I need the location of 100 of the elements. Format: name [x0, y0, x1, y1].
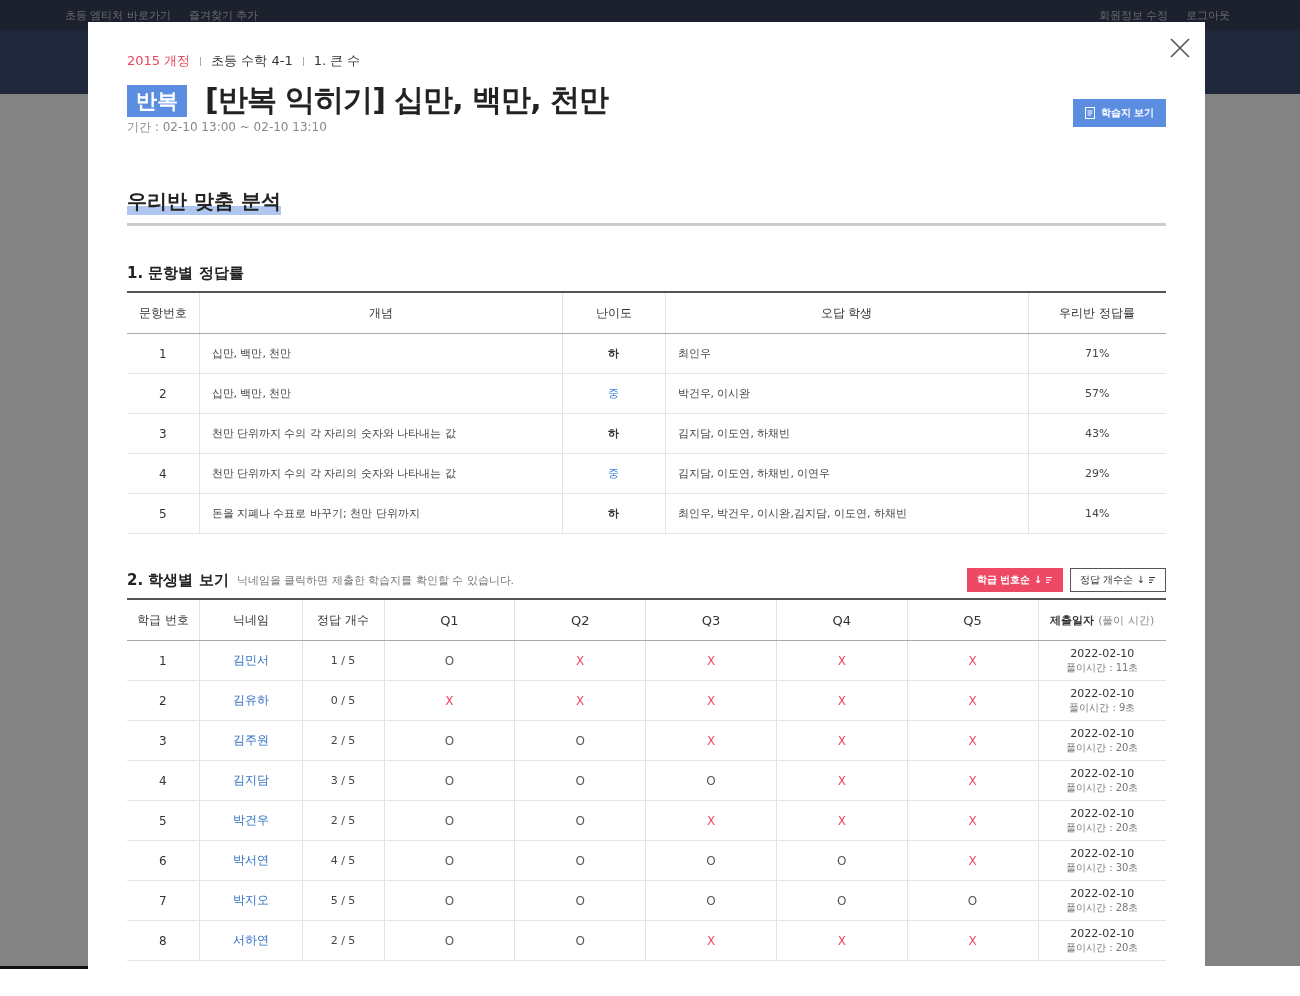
worksheet-button[interactable]: 학습지 보기 [1072, 99, 1166, 127]
table-cell: 천만 단위까지 수의 각 자리의 숫자와 나타내는 값 [199, 413, 562, 454]
table-cell: 5 [127, 800, 199, 841]
table-cell: 2 / 5 [302, 800, 384, 841]
nickname-link[interactable]: 김지담 [199, 760, 302, 801]
table-cell: 십만, 백만, 천만 [199, 373, 562, 414]
table-cell: 1 [127, 333, 199, 374]
answer-mark: O [645, 760, 777, 801]
table-cell: 1 / 5 [302, 640, 384, 681]
table-cell: 박건우, 이시완 [665, 373, 1028, 414]
table-cell: 2022-02-10 풀이시간 : 9초 [1038, 680, 1166, 721]
nickname-link[interactable]: 김민서 [199, 640, 302, 681]
table-cell: 십만, 백만, 천만 [199, 333, 562, 374]
nickname-link[interactable]: 박서연 [199, 840, 302, 881]
column-header: Q3 [645, 599, 777, 641]
table-cell: 1 [127, 640, 199, 681]
breadcrumb-item: 초등 수학 4-1 [211, 52, 293, 70]
nickname-link[interactable]: 박지오 [199, 880, 302, 921]
table-cell: 57% [1028, 373, 1166, 414]
answer-mark: X [645, 800, 777, 841]
answer-mark: X [907, 800, 1038, 841]
column-header: 우리반 정답률 [1028, 292, 1166, 334]
table-cell: 0 / 5 [302, 680, 384, 721]
top-link[interactable]: 초등 엠티처 바로가기 [65, 7, 171, 23]
table-title: 1. 문항별 정답률 [127, 264, 245, 283]
column-header: Q1 [384, 599, 515, 641]
table-cell: 4 / 5 [302, 840, 384, 881]
answer-mark: X [645, 640, 777, 681]
column-header: 학급 번호 [127, 599, 199, 641]
answer-mark: O [514, 880, 646, 921]
answer-mark: O [645, 880, 777, 921]
answer-mark: X [514, 640, 646, 681]
answer-mark: X [384, 680, 515, 721]
answer-mark: O [907, 880, 1038, 921]
answer-mark: O [384, 840, 515, 881]
top-link[interactable]: 로그아웃 [1186, 7, 1230, 23]
table-cell: 천만 단위까지 수의 각 자리의 숫자와 나타내는 값 [199, 453, 562, 494]
table-cell: 2022-02-10 풀이시간 : 20초 [1038, 920, 1166, 961]
table-cell: 최인우 [665, 333, 1028, 374]
table-cell: 2022-02-10 풀이시간 : 20초 [1038, 760, 1166, 801]
nickname-link[interactable]: 김주원 [199, 720, 302, 761]
answer-mark: X [776, 720, 908, 761]
column-header: Q4 [776, 599, 908, 641]
breadcrumb-item: 2015 개정 [127, 52, 191, 70]
worksheet-title: [반복 익히기] 십만, 백만, 천만 [205, 81, 608, 119]
nickname-link[interactable]: 김유하 [199, 680, 302, 721]
hint-text: 닉네임을 클릭하면 제출한 학습지를 확인할 수 있습니다. [236, 572, 515, 588]
answer-mark: X [907, 640, 1038, 681]
answer-mark: X [645, 920, 777, 961]
column-header: 문항번호 [127, 292, 199, 334]
table-cell: 3 / 5 [302, 760, 384, 801]
answer-mark: X [776, 640, 908, 681]
answer-mark: O [384, 640, 515, 681]
answer-mark: X [645, 720, 777, 761]
answer-mark: X [907, 840, 1038, 881]
table-cell: 2022-02-10 풀이시간 : 30초 [1038, 840, 1166, 881]
sort-icon [1045, 576, 1054, 584]
answer-mark: X [776, 800, 908, 841]
answer-mark: O [514, 720, 646, 761]
column-header: 오답 학생 [665, 292, 1028, 334]
close-icon[interactable] [1170, 38, 1190, 58]
table-cell: 2022-02-10 풀이시간 : 28초 [1038, 880, 1166, 921]
table-cell: 2022-02-10 풀이시간 : 11초 [1038, 640, 1166, 681]
answer-mark: O [514, 800, 646, 841]
column-header: 개념 [199, 292, 562, 334]
answer-mark: X [776, 920, 908, 961]
table-cell: 71% [1028, 333, 1166, 374]
period-text: 기간 : 02-10 13:00 ~ 02-10 13:10 [127, 119, 327, 136]
table-cell: 3 [127, 413, 199, 454]
column-header: 난이도 [562, 292, 665, 334]
answer-mark: O [514, 760, 646, 801]
table-cell: 김지담, 이도연, 하채빈, 이연우 [665, 453, 1028, 494]
difficulty-cell: 하 [562, 413, 665, 454]
answer-mark: X [645, 680, 777, 721]
answer-mark: O [384, 920, 515, 961]
table-cell: 최인우, 박건우, 이시완,김지담, 이도연, 하채빈 [665, 493, 1028, 534]
difficulty-cell: 중 [562, 453, 665, 494]
answer-mark: O [384, 760, 515, 801]
nickname-link[interactable]: 서하연 [199, 920, 302, 961]
sort-button[interactable]: 학급 번호순 ↓ [966, 568, 1064, 592]
answer-mark: O [776, 880, 908, 921]
answer-mark: O [384, 720, 515, 761]
difficulty-cell: 중 [562, 373, 665, 414]
sort-button[interactable]: 정답 개수순 ↓ [1070, 568, 1166, 592]
document-icon [1084, 107, 1095, 119]
answer-mark: X [907, 760, 1038, 801]
table-cell: 2 [127, 373, 199, 414]
table-title: 2. 학생별 보기 [127, 570, 229, 590]
table-cell: 2022-02-10 풀이시간 : 20초 [1038, 800, 1166, 841]
table-cell: 7 [127, 880, 199, 921]
answer-mark: X [907, 720, 1038, 761]
column-header: 제출일자 (풀이 시간) [1038, 599, 1166, 641]
table-cell: 8 [127, 920, 199, 961]
answer-mark: X [776, 760, 908, 801]
column-header: 정답 개수 [302, 599, 384, 641]
top-link[interactable]: 즐겨찾기 추가 [189, 7, 259, 23]
table-cell: 김지담, 이도연, 하채빈 [665, 413, 1028, 454]
top-link[interactable]: 회원정보 수정 [1098, 7, 1168, 23]
nickname-link[interactable]: 박건우 [199, 800, 302, 841]
column-header: Q5 [907, 599, 1038, 641]
